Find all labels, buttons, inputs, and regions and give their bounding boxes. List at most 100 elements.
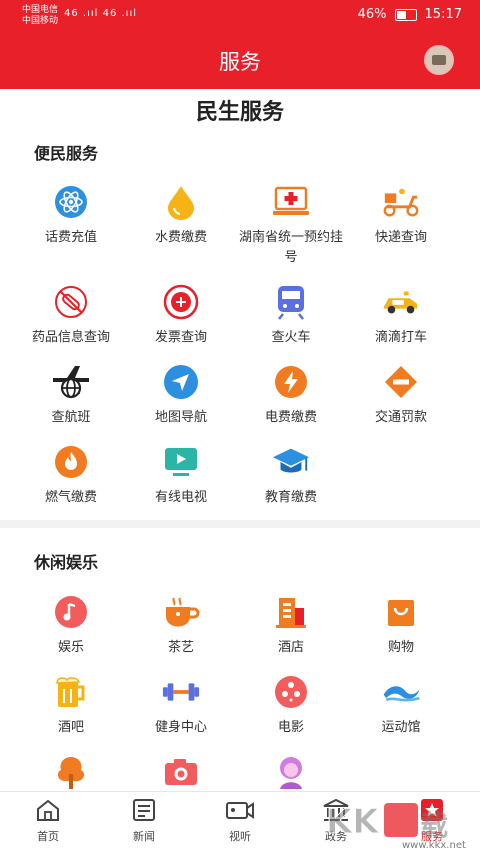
shopping-bag-icon xyxy=(381,592,421,632)
service-item-label: 地图导航 xyxy=(154,410,207,425)
service-item-label: 茶艺 xyxy=(167,640,194,655)
tree-icon xyxy=(51,752,91,792)
service-item[interactable]: 滴滴打车 xyxy=(346,282,456,348)
avatar[interactable] xyxy=(424,45,454,75)
carrier-2: 中国移动 xyxy=(22,16,59,26)
service-item-label: 水费缴费 xyxy=(154,230,207,245)
tab-label: 视听 xyxy=(229,830,251,843)
dumbbell-icon xyxy=(161,672,201,712)
tv-icon xyxy=(161,442,201,482)
building-icon xyxy=(271,592,311,632)
app-header: 服务 xyxy=(0,32,480,89)
signal-text: 46 .ııl 46 .ııl xyxy=(64,8,138,19)
tab-video-camera[interactable]: 视听 xyxy=(200,798,280,844)
service-item-label: 电费缴费 xyxy=(264,410,317,425)
tab-home[interactable]: 首页 xyxy=(8,798,88,844)
svg-text:www.kkx.net: www.kkx.net xyxy=(402,840,466,851)
tab-label: 首页 xyxy=(37,830,59,843)
news-icon xyxy=(131,798,157,826)
service-item-label: 查火车 xyxy=(271,330,311,345)
service-item[interactable]: 教育缴费 xyxy=(236,442,346,508)
service-item[interactable]: 运动馆 xyxy=(346,672,456,738)
service-item-label: 湖南省统一预约挂号 xyxy=(239,230,344,265)
service-item[interactable]: 水费缴费 xyxy=(126,182,236,268)
tab-news[interactable]: 新闻 xyxy=(104,798,184,844)
home-icon xyxy=(35,798,61,826)
service-item[interactable]: 有线电视 xyxy=(126,442,236,508)
service-item-label: 购物 xyxy=(387,640,414,655)
delivery-scooter-icon xyxy=(381,182,421,222)
group-title-bianmin: 便民服务 xyxy=(34,144,99,163)
graduation-cap-icon xyxy=(271,442,311,482)
service-item-label: 发票查询 xyxy=(154,330,207,345)
service-item-label: 运动馆 xyxy=(381,720,421,735)
service-item[interactable]: 查航班 xyxy=(16,362,126,428)
carrier-1: 中国电信 xyxy=(22,5,59,15)
beer-mug-icon xyxy=(51,672,91,712)
kk-watermark-logo: KK 载 www.kkx.net xyxy=(326,802,466,852)
service-item[interactable]: 地图导航 xyxy=(126,362,236,428)
service-item[interactable]: 娱乐 xyxy=(16,592,126,658)
service-item-label: 教育缴费 xyxy=(264,490,317,505)
service-item-label: 滴滴打车 xyxy=(374,330,427,345)
service-item-label: 燃气缴费 xyxy=(44,490,97,505)
service-item-label: 药品信息查询 xyxy=(31,330,110,345)
carrier-info: 中国电信 中国移动 xyxy=(22,5,58,27)
service-item[interactable]: 电费缴费 xyxy=(236,362,346,428)
service-item-label: 有线电视 xyxy=(154,490,207,505)
service-item[interactable]: 电影 xyxy=(236,672,346,738)
train-icon xyxy=(271,282,311,322)
svg-text:KK: KK xyxy=(326,802,380,842)
service-item[interactable]: 发票查询 xyxy=(126,282,236,348)
battery-icon xyxy=(394,8,417,21)
service-item[interactable]: 燃气缴费 xyxy=(16,442,126,508)
service-item[interactable]: 酒吧 xyxy=(16,672,126,738)
service-item[interactable]: 湖南省统一预约挂号 xyxy=(236,182,346,268)
car-icon xyxy=(381,282,421,322)
navigation-arrow-icon xyxy=(161,362,201,402)
service-item[interactable]: 交通罚款 xyxy=(346,362,456,428)
service-grid-bianmin: 话费充值 水费缴费 湖南省统一预约挂号 快递查询药品信息查询 发票查询 查火车 滴滴打车查航… xyxy=(0,182,480,508)
service-item-label: 酒店 xyxy=(277,640,304,655)
service-item-label: 话费充值 xyxy=(44,230,97,245)
battery-percent: 46% xyxy=(357,7,387,22)
service-item[interactable]: 话费充值 xyxy=(16,182,126,268)
service-grid-xiuxian: 娱乐 茶艺 酒店 购物酒吧 健身中心 电影 运动馆 xyxy=(0,592,480,818)
page-title: 服务 xyxy=(219,50,261,74)
atom-icon xyxy=(51,182,91,222)
no-entry-icon xyxy=(381,362,421,402)
service-item[interactable]: 快递查询 xyxy=(346,182,456,268)
camera-icon xyxy=(161,752,201,792)
status-bar: 中国电信 中国移动 46 .ııl 46 .ııl 46% 15:17 xyxy=(0,0,480,32)
water-drop-icon xyxy=(161,182,201,222)
service-item-label: 电影 xyxy=(277,720,304,735)
group-title-xiuxian: 休闲娱乐 xyxy=(34,553,99,572)
service-item-label: 健身中心 xyxy=(154,720,207,735)
service-item[interactable]: 药品信息查询 xyxy=(16,282,126,348)
wave-icon xyxy=(381,672,421,712)
service-item[interactable]: 购物 xyxy=(346,592,456,658)
status-right: 46% 15:17 xyxy=(358,7,462,22)
service-item[interactable]: 健身中心 xyxy=(126,672,236,738)
service-item-label: 酒吧 xyxy=(57,720,84,735)
svg-text:载: 载 xyxy=(420,809,448,842)
service-item-label: 快递查询 xyxy=(374,230,427,245)
tab-label: 新闻 xyxy=(133,830,155,843)
airplane-globe-icon xyxy=(51,362,91,402)
woman-icon xyxy=(271,752,311,792)
hospital-laptop-icon xyxy=(271,182,311,222)
video-camera-icon xyxy=(225,798,255,826)
service-item-label: 娱乐 xyxy=(57,640,84,655)
service-item-label: 交通罚款 xyxy=(374,410,427,425)
music-note-icon xyxy=(51,592,91,632)
section-divider xyxy=(0,520,480,528)
seal-icon xyxy=(161,282,201,322)
section-title: 民生服务 xyxy=(195,100,284,125)
clock: 15:17 xyxy=(424,7,462,22)
service-item[interactable]: 查火车 xyxy=(236,282,346,348)
service-item[interactable]: 酒店 xyxy=(236,592,346,658)
signal-icons: 46 .ııl 46 .ııl xyxy=(64,8,137,19)
film-reel-icon xyxy=(271,672,311,712)
flame-icon xyxy=(51,442,91,482)
service-item[interactable]: 茶艺 xyxy=(126,592,236,658)
